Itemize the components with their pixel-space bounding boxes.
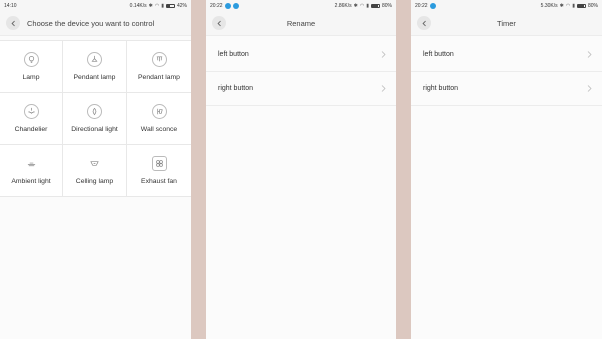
list-item-left-button[interactable]: left button: [411, 38, 602, 72]
ambient-light-icon: [24, 156, 39, 171]
wifi-icon: ◠: [359, 2, 365, 9]
pendant-lamp-icon: [87, 52, 102, 67]
signal-icon: ▮: [366, 2, 369, 9]
chevron-right-icon: [587, 85, 592, 92]
lamp-icon: [23, 52, 39, 67]
chevron-right-icon: [587, 51, 592, 58]
wifi-icon: ◠: [565, 2, 571, 9]
device-chandelier[interactable]: Chandelier: [0, 93, 63, 145]
device-label: Pendant lamp: [73, 74, 116, 81]
device-label: Ambient light: [11, 178, 51, 185]
status-time: 20:22: [210, 2, 223, 9]
list-item-label: right button: [423, 85, 459, 92]
device-label: Pendant lamp: [138, 74, 180, 81]
battery-percent: 42%: [176, 2, 187, 9]
back-button[interactable]: [212, 16, 226, 30]
status-bar: 14:10 0.14K/s ✱ ◠ ▮ 42%: [0, 0, 191, 11]
page-title: Rename: [286, 18, 316, 28]
device-chooser-screen: 14:10 0.14K/s ✱ ◠ ▮ 42% Choose the devic…: [0, 0, 191, 339]
wifi-icon: ◠: [154, 2, 160, 9]
device-exhaust-fan[interactable]: Exhaust fan: [127, 145, 191, 197]
device-label: Celling lamp: [75, 178, 114, 185]
device-wall-sconce[interactable]: Wall sconce: [127, 93, 191, 145]
bluetooth-icon: ✱: [559, 2, 564, 9]
device-label: Exhaust fan: [141, 178, 177, 185]
wall-sconce-icon: [151, 104, 167, 119]
list-item-label: left button: [218, 51, 249, 58]
device-label: Directional light: [71, 126, 118, 133]
header: Rename: [206, 11, 396, 36]
device-label: Lamp: [22, 74, 40, 81]
list-item-label: right button: [218, 85, 254, 92]
timer-screen: 20:22 5.30K/s ✱ ◠ ▮ 80% Timer left butto…: [411, 0, 602, 339]
chevron-right-icon: [381, 85, 386, 92]
chevron-right-icon: [381, 51, 386, 58]
exhaust-fan-icon: [151, 156, 167, 171]
page-title: Choose the device you want to control: [27, 18, 155, 28]
signal-icon: ▮: [572, 2, 575, 9]
device-lamp[interactable]: Lamp: [0, 41, 63, 93]
notification-icon: [429, 2, 436, 9]
network-speed: 2.86K/s: [334, 2, 352, 9]
ceiling-lamp-icon: [87, 156, 102, 171]
status-time: 14:10: [4, 2, 17, 9]
status-time: 20:22: [415, 2, 428, 9]
notification-icon: [232, 2, 239, 9]
battery-percent: 80%: [587, 2, 598, 9]
network-speed: 0.14K/s: [129, 2, 147, 9]
device-pendant-lamp[interactable]: Pendant lamp: [63, 41, 127, 93]
status-bar: 20:22 2.86K/s ✱ ◠ ▮ 80%: [206, 0, 396, 11]
status-bar: 20:22 5.30K/s ✱ ◠ ▮ 80%: [411, 0, 602, 11]
chevron-left-icon: [10, 20, 15, 26]
page-title: Timer: [497, 18, 516, 28]
device-ceiling-lamp[interactable]: Celling lamp: [63, 145, 127, 197]
battery-icon: [165, 3, 175, 8]
signal-icon: ▮: [161, 2, 164, 9]
bluetooth-icon: ✱: [148, 2, 153, 9]
timer-list: left button right button: [411, 38, 602, 106]
rename-screen: 20:22 2.86K/s ✱ ◠ ▮ 80% Rename left butt…: [206, 0, 396, 339]
network-speed: 5.30K/s: [540, 2, 558, 9]
chevron-left-icon: [216, 20, 221, 26]
battery-icon: [576, 3, 586, 8]
bluetooth-icon: ✱: [353, 2, 358, 9]
chevron-left-icon: [421, 20, 426, 26]
list-item-right-button[interactable]: right button: [411, 72, 602, 106]
list-item-right-button[interactable]: right button: [206, 72, 396, 106]
list-item-left-button[interactable]: left button: [206, 38, 396, 72]
pendant-lamp-icon: [151, 52, 167, 67]
header: Choose the device you want to control: [0, 11, 191, 36]
rename-list: left button right button: [206, 38, 396, 106]
device-pendant-lamp-2[interactable]: Pendant lamp: [127, 41, 191, 93]
battery-percent: 80%: [381, 2, 392, 9]
device-label: Wall sconce: [140, 126, 178, 133]
chandelier-icon: [23, 104, 39, 119]
device-label: Chandelier: [14, 126, 48, 133]
device-ambient-light[interactable]: Ambient light: [0, 145, 63, 197]
device-grid: Lamp Pendant lamp Pendant lamp Chandelie…: [0, 40, 191, 197]
back-button[interactable]: [6, 16, 20, 30]
battery-icon: [370, 3, 380, 8]
list-item-label: left button: [423, 51, 454, 58]
notification-icon: [224, 2, 231, 9]
back-button[interactable]: [417, 16, 431, 30]
header: Timer: [411, 11, 602, 36]
directional-light-icon: [87, 104, 102, 119]
device-directional-light[interactable]: Directional light: [63, 93, 127, 145]
